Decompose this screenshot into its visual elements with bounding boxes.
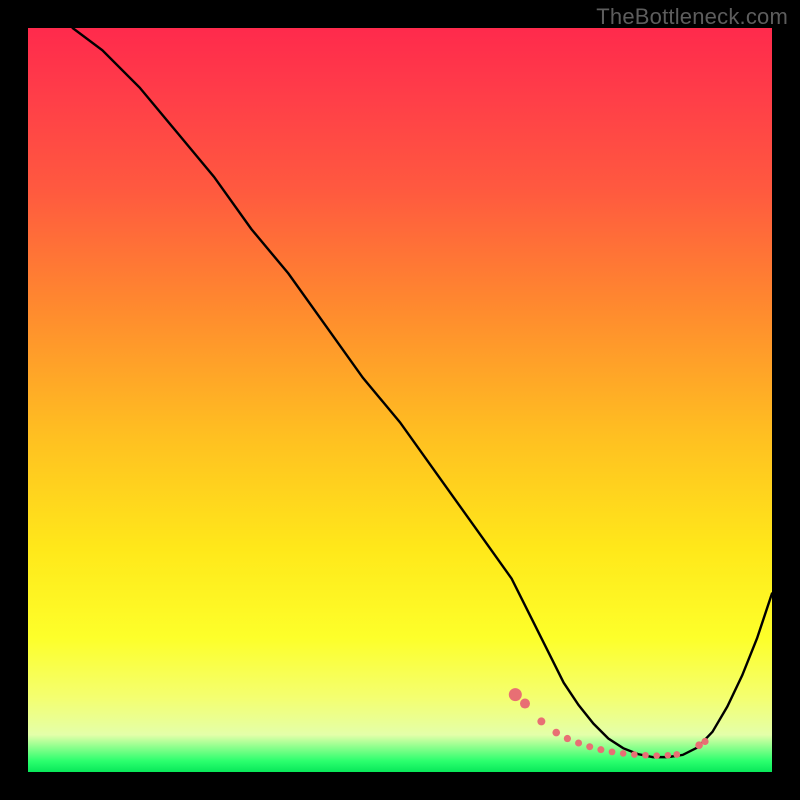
marker-dot bbox=[509, 688, 522, 701]
marker-dots bbox=[509, 688, 709, 759]
marker-dot bbox=[537, 717, 545, 725]
marker-dot bbox=[564, 735, 571, 742]
watermark-text: TheBottleneck.com bbox=[596, 4, 788, 30]
marker-dot bbox=[620, 750, 627, 757]
marker-dot bbox=[597, 746, 604, 753]
marker-layer bbox=[28, 28, 772, 772]
plot-area bbox=[28, 28, 772, 772]
marker-dot bbox=[642, 752, 649, 759]
marker-dot bbox=[673, 751, 680, 758]
marker-dot bbox=[653, 752, 660, 759]
marker-dot bbox=[575, 739, 582, 746]
marker-dot bbox=[631, 751, 638, 758]
marker-dot bbox=[701, 738, 708, 745]
chart-frame: TheBottleneck.com bbox=[0, 0, 800, 800]
marker-dot bbox=[520, 699, 530, 709]
marker-dot bbox=[586, 743, 593, 750]
marker-dot bbox=[552, 729, 560, 737]
marker-dot bbox=[665, 752, 672, 759]
marker-dot bbox=[609, 749, 616, 756]
